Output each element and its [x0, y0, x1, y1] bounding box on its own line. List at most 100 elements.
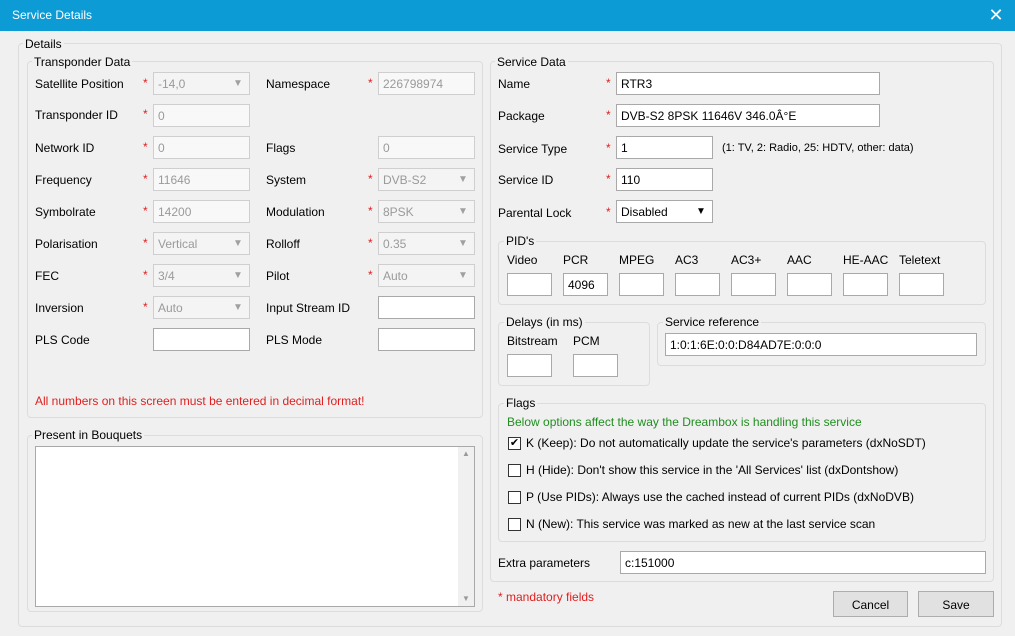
service-reference-input[interactable]: [665, 333, 977, 356]
pid-mpeg-input[interactable]: [619, 273, 664, 296]
decimal-warning: All numbers on this screen must be enter…: [35, 394, 365, 408]
flag-hide-label: H (Hide): Don't show this service in the…: [526, 463, 899, 477]
mandatory-asterisk: *: [606, 205, 611, 219]
transponder-legend: Transponder Data: [32, 55, 133, 69]
symbolrate-label: Symbolrate: [35, 205, 96, 219]
mandatory-asterisk: *: [368, 172, 373, 186]
extra-parameters-input[interactable]: [620, 551, 986, 574]
service-type-label: Service Type: [498, 142, 568, 156]
pid-video-input[interactable]: [507, 273, 552, 296]
system-value: DVB-S2: [383, 173, 427, 187]
input-stream-id-input[interactable]: [378, 296, 475, 319]
system-label: System: [266, 173, 307, 187]
flags-note: Below options affect the way the Dreambo…: [507, 415, 862, 429]
mandatory-asterisk: *: [606, 108, 611, 122]
modulation-value: 8PSK: [383, 205, 414, 219]
flag-usepids-checkbox[interactable]: [508, 491, 521, 504]
bitstream-input[interactable]: [507, 354, 552, 377]
pid-pcr-input[interactable]: [563, 273, 608, 296]
flag-keep-label: K (Keep): Do not automatically update th…: [526, 436, 926, 450]
pilot-select[interactable]: Auto ▼: [378, 264, 475, 287]
flag-keep-checkbox[interactable]: ✔: [508, 437, 521, 450]
pls-code-input[interactable]: [153, 328, 250, 351]
network-id-input[interactable]: [153, 136, 250, 159]
mandatory-asterisk: *: [143, 300, 148, 314]
polarisation-value: Vertical: [158, 237, 198, 251]
pls-mode-input[interactable]: [378, 328, 475, 351]
pid-video-label: Video: [507, 253, 538, 267]
mandatory-asterisk: *: [143, 140, 148, 154]
pid-ac3plus-label: AC3+: [731, 253, 762, 267]
chevron-down-icon: ▼: [458, 174, 468, 185]
parental-lock-select[interactable]: Disabled ▼: [616, 200, 713, 223]
bouquets-scrollbar[interactable]: ▲ ▼: [458, 447, 474, 606]
pid-ac3plus-input[interactable]: [731, 273, 776, 296]
namespace-label: Namespace: [266, 77, 331, 91]
flag-new-checkbox[interactable]: [508, 518, 521, 531]
mandatory-asterisk: *: [368, 268, 373, 282]
symbolrate-input[interactable]: [153, 200, 250, 223]
inversion-value: Auto: [158, 301, 183, 315]
name-input[interactable]: [616, 72, 880, 95]
pcm-input[interactable]: [573, 354, 618, 377]
namespace-input[interactable]: [378, 72, 475, 95]
fec-label: FEC: [35, 269, 59, 283]
bouquets-legend: Present in Bouquets: [32, 428, 145, 442]
flag-hide-checkbox[interactable]: [508, 464, 521, 477]
scroll-up-icon[interactable]: ▲: [458, 447, 474, 461]
pid-mpeg-label: MPEG: [619, 253, 655, 267]
name-label: Name: [498, 77, 531, 91]
mandatory-asterisk: *: [368, 204, 373, 218]
service-type-input[interactable]: [616, 136, 713, 159]
pids-legend: PID's: [504, 234, 537, 248]
rolloff-value: 0.35: [383, 237, 407, 251]
close-icon[interactable]: ✕: [985, 4, 1007, 26]
flags-input[interactable]: [378, 136, 475, 159]
pid-ac3-input[interactable]: [675, 273, 720, 296]
scroll-down-icon[interactable]: ▼: [458, 592, 474, 606]
pid-heaac-label: HE-AAC: [843, 253, 889, 267]
inversion-select[interactable]: Auto ▼: [153, 296, 250, 319]
transponder-id-label: Transponder ID: [35, 108, 118, 122]
mandatory-asterisk: *: [606, 141, 611, 155]
inversion-label: Inversion: [35, 301, 84, 315]
frequency-label: Frequency: [35, 173, 92, 187]
window-title: Service Details: [12, 8, 93, 22]
service-type-hint: (1: TV, 2: Radio, 25: HDTV, other: data): [722, 142, 914, 154]
pid-aac-input[interactable]: [787, 273, 832, 296]
fec-select[interactable]: 3/4 ▼: [153, 264, 250, 287]
service-reference-legend: Service reference: [663, 315, 762, 329]
chevron-down-icon: ▼: [458, 206, 468, 217]
package-input[interactable]: [616, 104, 880, 127]
chevron-down-icon: ▼: [696, 206, 706, 217]
transponder-id-input[interactable]: [153, 104, 250, 127]
pid-teletext-label: Teletext: [899, 253, 941, 267]
mandatory-asterisk: *: [368, 76, 373, 90]
details-legend: Details: [23, 37, 64, 51]
flag-usepids-label: P (Use PIDs): Always use the cached inst…: [526, 490, 914, 504]
cancel-button[interactable]: Cancel: [833, 591, 908, 617]
modulation-select[interactable]: 8PSK ▼: [378, 200, 475, 223]
pid-heaac-input[interactable]: [843, 273, 888, 296]
satellite-position-label: Satellite Position: [35, 77, 124, 91]
mandatory-asterisk: *: [143, 236, 148, 250]
flag-new-label: N (New): This service was marked as new …: [526, 517, 876, 531]
service-id-input[interactable]: [616, 168, 713, 191]
modulation-label: Modulation: [266, 205, 325, 219]
pid-pcr-label: PCR: [563, 253, 589, 267]
satellite-position-value: -14,0: [158, 77, 186, 91]
save-button[interactable]: Save: [918, 591, 994, 617]
chevron-down-icon: ▼: [458, 270, 468, 281]
frequency-input[interactable]: [153, 168, 250, 191]
pls-mode-label: PLS Mode: [266, 333, 323, 347]
pid-teletext-input[interactable]: [899, 273, 944, 296]
network-id-label: Network ID: [35, 141, 95, 155]
polarisation-select[interactable]: Vertical ▼: [153, 232, 250, 255]
parental-lock-value: Disabled: [621, 205, 668, 219]
chevron-down-icon: ▼: [233, 302, 243, 313]
satellite-position-select[interactable]: -14,0 ▼: [153, 72, 250, 95]
system-select[interactable]: DVB-S2 ▼: [378, 168, 475, 191]
rolloff-select[interactable]: 0.35 ▼: [378, 232, 475, 255]
bitstream-label: Bitstream: [507, 334, 558, 348]
bouquets-list[interactable]: ▲ ▼: [35, 446, 475, 607]
